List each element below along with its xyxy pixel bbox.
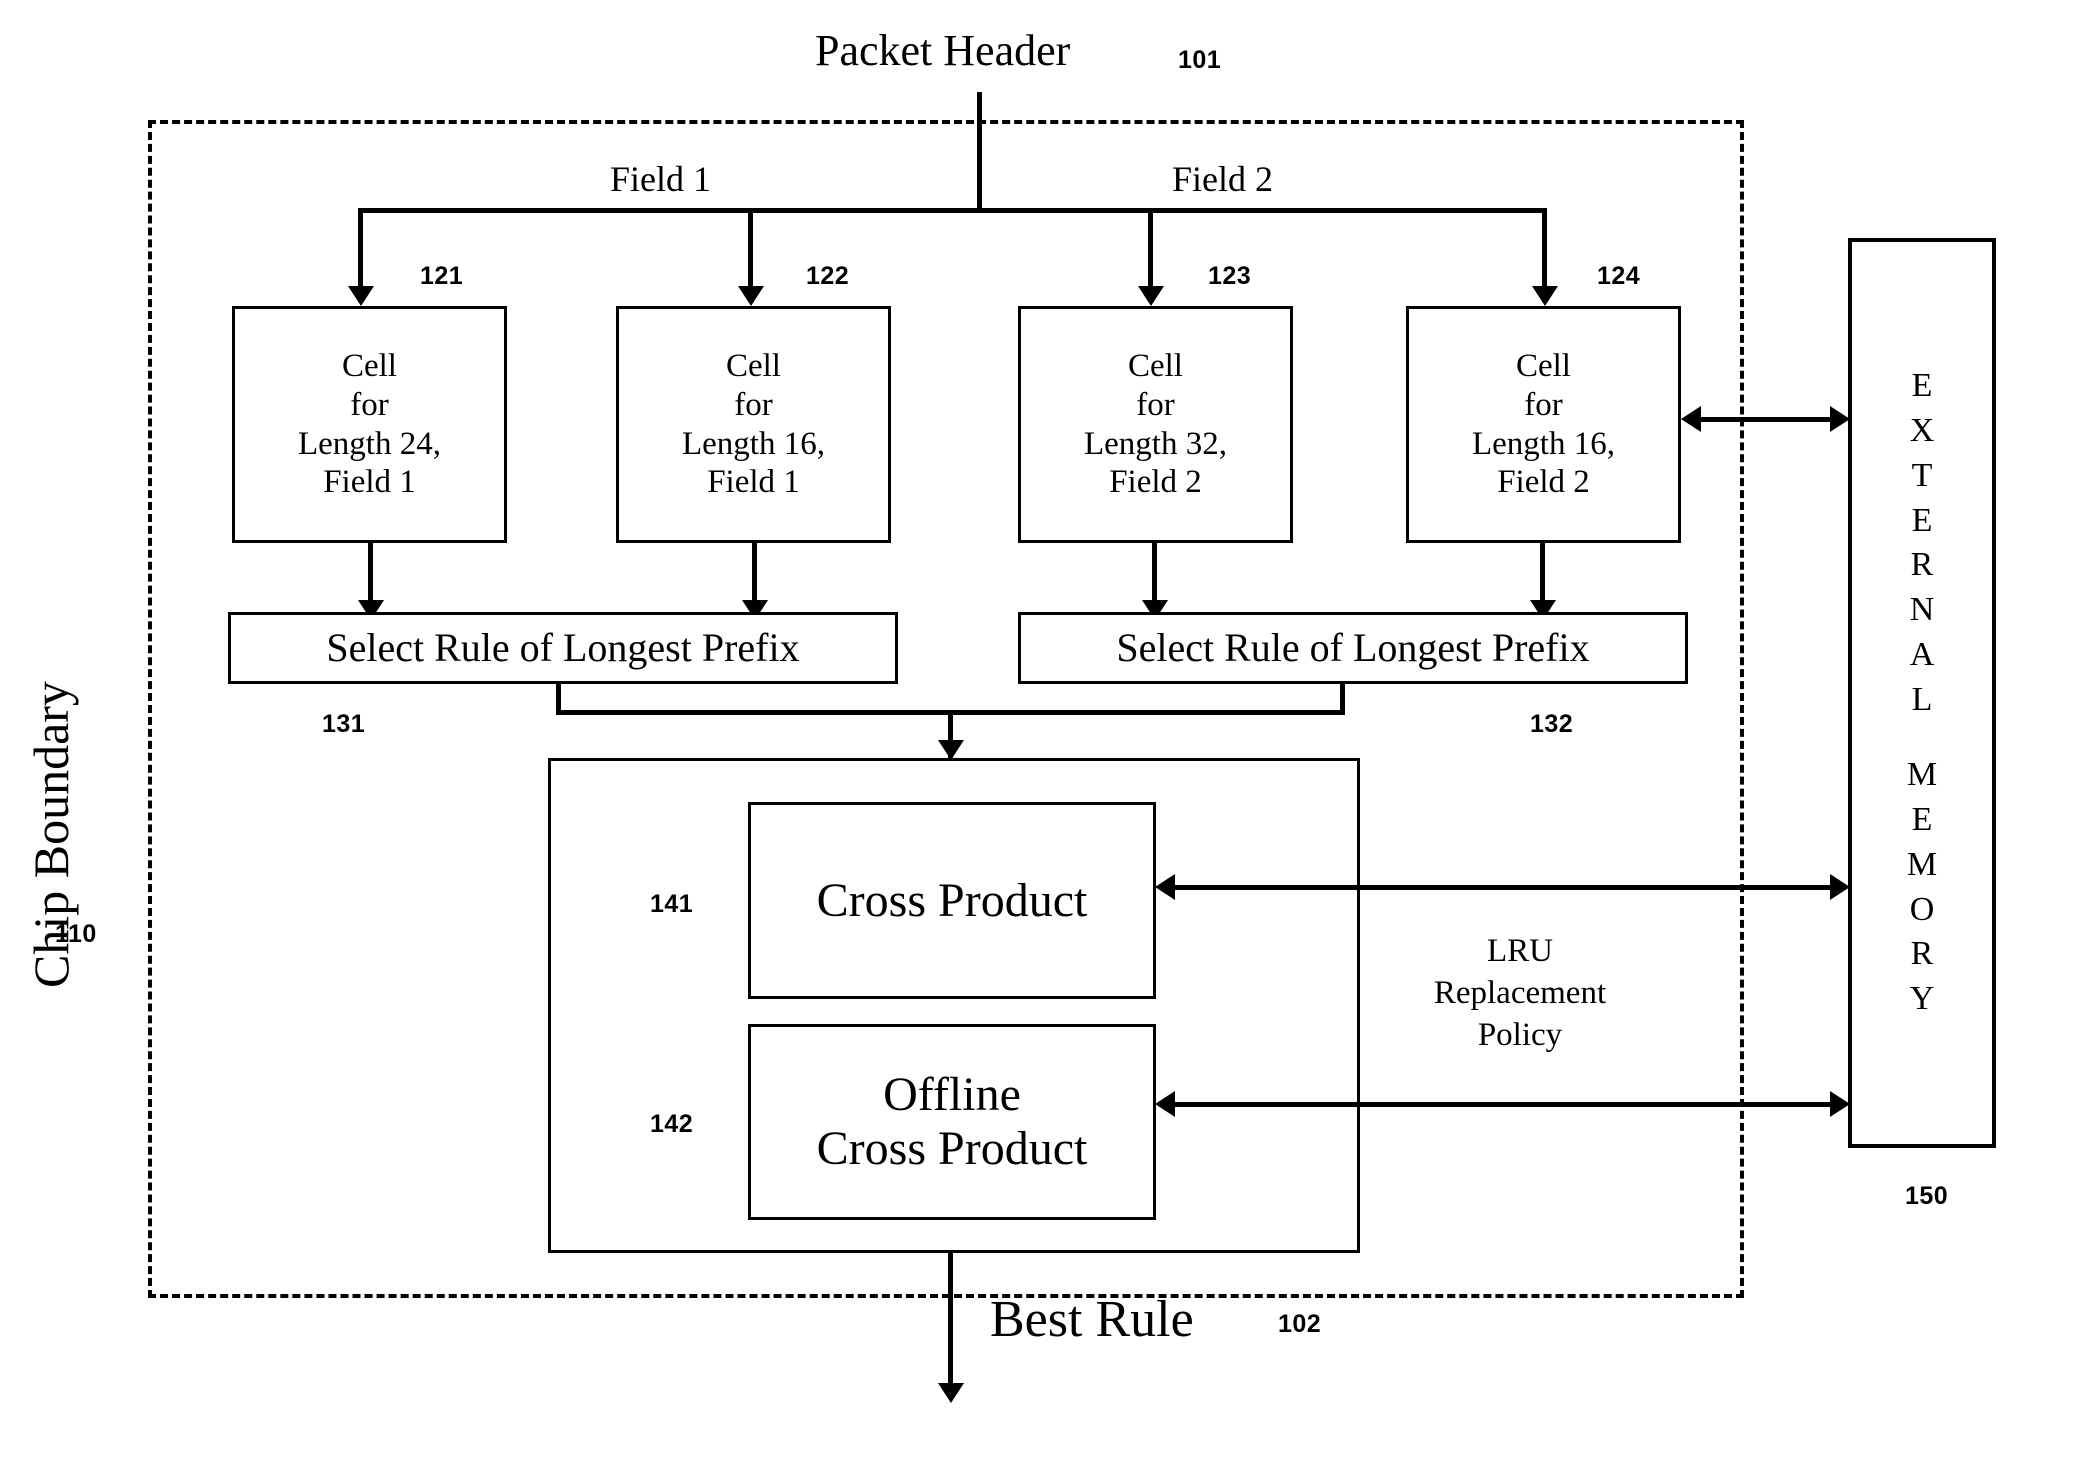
patent-figure: Packet Header 101 Chip Boundary 110 Fiel… bbox=[0, 0, 2077, 1457]
lru-replacement-policy-label: LRU Replacement Policy bbox=[1390, 930, 1650, 1057]
ext-letter-R: R bbox=[1910, 546, 1934, 584]
external-memory-label: E X T E R N A L M E M O R Y bbox=[1907, 364, 1937, 1022]
field-1-label: Field 1 bbox=[610, 159, 712, 199]
cross-product-box[interactable]: Cross Product bbox=[748, 802, 1156, 999]
cell-122-line3: Length 16, bbox=[682, 425, 825, 462]
arrow-down-122 bbox=[738, 286, 764, 306]
ref-124: 124 bbox=[1597, 262, 1641, 290]
cell-122-line1: Cell bbox=[725, 347, 781, 384]
ref-110: 110 bbox=[55, 920, 97, 948]
cross-product-label: Cross Product bbox=[816, 873, 1088, 927]
cell-124-line4: Field 2 bbox=[1497, 464, 1590, 501]
ext-letter-M: M bbox=[1906, 755, 1938, 793]
ext-letter-R2: R bbox=[1910, 935, 1934, 973]
cell-122-line2: for bbox=[734, 386, 773, 423]
external-memory-box[interactable]: E X T E R N A L M E M O R Y bbox=[1848, 238, 1996, 1148]
select-rule-132-label: Select Rule of Longest Prefix bbox=[1116, 625, 1590, 670]
best-rule-label: Best Rule bbox=[990, 1291, 1194, 1348]
offline-cross-product-text: Offline Cross Product bbox=[817, 1068, 1088, 1176]
lru-line2: Replacement bbox=[1433, 975, 1607, 1012]
offline-cross-product-box[interactable]: Offline Cross Product bbox=[748, 1024, 1156, 1220]
chip-boundary-label-wrap: Chip Boundary bbox=[23, 430, 140, 988]
ext-gap bbox=[1907, 723, 1937, 753]
arrow-left-offline bbox=[1155, 1091, 1175, 1117]
ref-142: 142 bbox=[650, 1110, 694, 1138]
drop-line-121 bbox=[358, 208, 363, 290]
cell-123-line2: for bbox=[1136, 386, 1175, 423]
ext-letter-A: A bbox=[1909, 636, 1935, 674]
link-offline-extmem bbox=[1172, 1102, 1842, 1107]
ext-letter-Y: Y bbox=[1909, 980, 1935, 1018]
cell-124-line1: Cell bbox=[1515, 347, 1571, 384]
select-rule-box-131[interactable]: Select Rule of Longest Prefix bbox=[228, 612, 898, 684]
select-rule-131-label: Select Rule of Longest Prefix bbox=[326, 625, 800, 670]
cell-121-line2: for bbox=[350, 386, 389, 423]
cell-box-121[interactable]: Cell for Length 24, Field 1 bbox=[232, 306, 507, 543]
arrow-down-best-rule bbox=[938, 1383, 964, 1403]
cell-box-124[interactable]: Cell for Length 16, Field 2 bbox=[1406, 306, 1681, 543]
arrow-down-123 bbox=[1138, 286, 1164, 306]
ref-121: 121 bbox=[420, 262, 464, 290]
packet-header-label: Packet Header bbox=[815, 26, 1071, 75]
ext-letter-T: T bbox=[1911, 456, 1933, 494]
ext-letter-O: O bbox=[1909, 890, 1935, 928]
lru-line1: LRU bbox=[1487, 933, 1553, 969]
cell-box-123-text: Cell for Length 32, Field 2 bbox=[1084, 347, 1227, 503]
distribution-bus bbox=[358, 208, 1544, 213]
ext-letter-L: L bbox=[1911, 681, 1933, 718]
drop-line-124 bbox=[1542, 208, 1547, 290]
ref-132: 132 bbox=[1530, 710, 1574, 738]
arrow-left-crossproduct bbox=[1155, 874, 1175, 900]
lru-line3: Policy bbox=[1477, 1017, 1563, 1054]
cell-123-line1: Cell bbox=[1127, 347, 1183, 384]
link-crossproduct-extmem bbox=[1172, 885, 1842, 890]
ref-123: 123 bbox=[1208, 262, 1252, 290]
ref-131: 131 bbox=[322, 710, 366, 738]
arrow-down-124 bbox=[1532, 286, 1558, 306]
best-rule-line bbox=[948, 1253, 953, 1396]
cell-box-124-text: Cell for Length 16, Field 2 bbox=[1472, 347, 1615, 503]
link-cell124-extmem bbox=[1690, 417, 1842, 422]
cell-121-line3: Length 24, bbox=[298, 425, 441, 462]
drop-line-122 bbox=[748, 208, 753, 290]
field-2-label: Field 2 bbox=[1172, 159, 1274, 199]
cell-121-line1: Cell bbox=[341, 347, 397, 384]
cell-box-122[interactable]: Cell for Length 16, Field 1 bbox=[616, 306, 891, 543]
ref-141: 141 bbox=[650, 890, 694, 918]
cell-124-line3: Length 16, bbox=[1472, 425, 1615, 462]
cell-122-line4: Field 1 bbox=[707, 464, 800, 501]
cell-123-line3: Length 32, bbox=[1084, 425, 1227, 462]
ext-letter-E2: E bbox=[1911, 501, 1933, 539]
cell-124-line2: for bbox=[1524, 386, 1563, 423]
cell-box-122-text: Cell for Length 16, Field 1 bbox=[682, 347, 825, 503]
ref-122: 122 bbox=[806, 262, 850, 290]
ext-letter-E3: E bbox=[1911, 800, 1933, 838]
packet-header-trunk bbox=[977, 92, 982, 212]
offline-cross-product-line2: Cross Product bbox=[816, 1122, 1088, 1175]
arrow-right-extmem-top bbox=[1830, 406, 1850, 432]
ext-letter-X: X bbox=[1909, 411, 1935, 449]
ref-101: 101 bbox=[1178, 46, 1222, 74]
ref-150: 150 bbox=[1905, 1182, 1949, 1210]
ext-letter-M2: M bbox=[1906, 845, 1938, 883]
arrow-right-extmem-bot bbox=[1830, 1091, 1850, 1117]
cell-121-line4: Field 1 bbox=[323, 464, 416, 501]
arrow-down-to-crossproduct bbox=[938, 740, 964, 760]
ref-102: 102 bbox=[1278, 1310, 1322, 1338]
cell-box-121-text: Cell for Length 24, Field 1 bbox=[298, 347, 441, 503]
arrow-down-121 bbox=[348, 286, 374, 306]
arrow-left-cell124 bbox=[1681, 406, 1701, 432]
select-rule-box-132[interactable]: Select Rule of Longest Prefix bbox=[1018, 612, 1688, 684]
offline-cross-product-line1: Offline bbox=[883, 1068, 1021, 1122]
ext-letter-N: N bbox=[1909, 591, 1935, 629]
ext-letter-E: E bbox=[1911, 366, 1933, 404]
cell-box-123[interactable]: Cell for Length 32, Field 2 bbox=[1018, 306, 1293, 543]
cell-123-line4: Field 2 bbox=[1109, 464, 1202, 501]
arrow-right-extmem-mid bbox=[1830, 874, 1850, 900]
drop-line-123 bbox=[1148, 208, 1153, 290]
